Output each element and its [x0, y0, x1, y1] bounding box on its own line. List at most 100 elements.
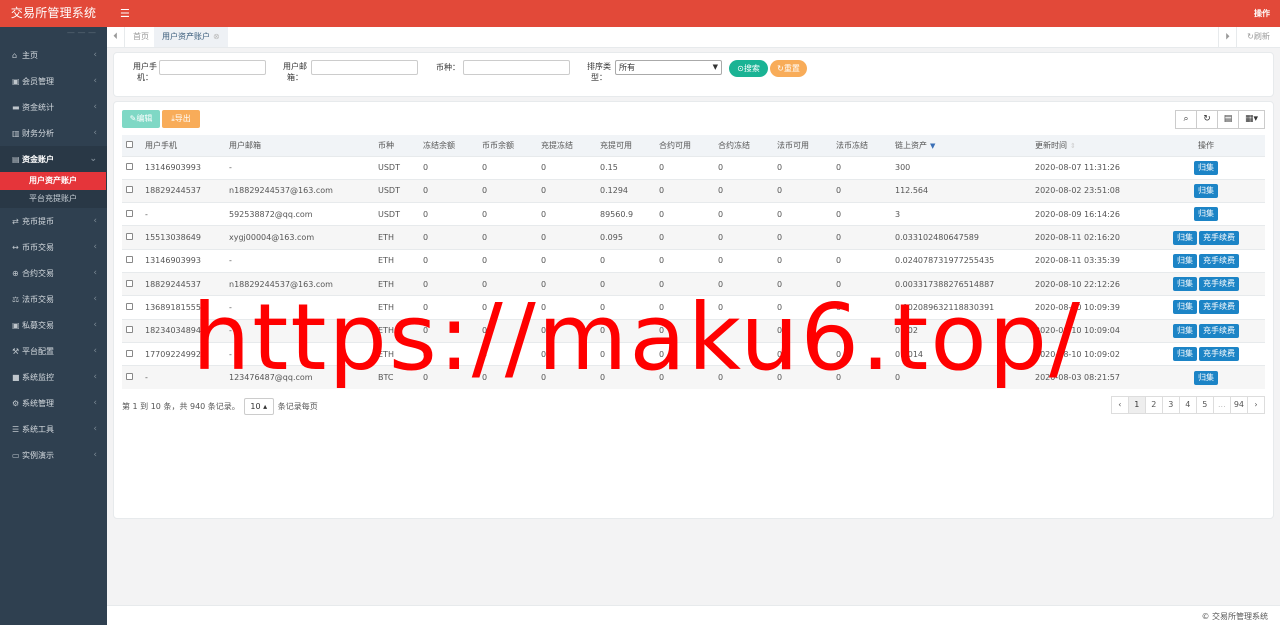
row-checkbox[interactable] — [122, 366, 141, 389]
close-icon[interactable]: ⊗ — [213, 32, 220, 41]
search-button[interactable]: ⊙搜索 — [729, 60, 768, 77]
email-input[interactable] — [311, 60, 418, 75]
sidebar-item-gear[interactable]: ⚙ 系统管理 ‹ — [0, 390, 107, 416]
cell-c7: 0 — [777, 256, 783, 266]
sidebar-item-monitor[interactable]: ■ 系统监控 ‹ — [0, 364, 107, 390]
collect-button[interactable]: 归集 — [1194, 370, 1218, 385]
sidebar-item-private[interactable]: ▣ 私募交易 ‹ — [0, 312, 107, 338]
charge-fee-button[interactable]: 充手续费 — [1199, 323, 1239, 338]
column-header[interactable]: 更新时间 ⇕ — [1031, 135, 1143, 156]
sidebar-item-exchange[interactable]: ↔ 币币交易 ‹ — [0, 234, 107, 260]
page-button[interactable]: 5 — [1195, 396, 1214, 414]
coin-input[interactable] — [463, 60, 570, 75]
sidebar-item-user[interactable]: ▣ 会员管理 ‹ — [0, 68, 107, 94]
sidebar-item-contract[interactable]: ⊕ 合约交易 ‹ — [0, 260, 107, 286]
column-header[interactable]: 充提冻结 — [537, 135, 596, 156]
collect-button[interactable]: 归集 — [1173, 253, 1197, 268]
column-header[interactable]: 用户邮箱 — [225, 135, 374, 156]
cell-email: - — [229, 163, 232, 173]
column-header[interactable]: 合约冻结 — [714, 135, 773, 156]
sidebar-item-bar-chart[interactable]: ▥ 财务分析 ‹ — [0, 120, 107, 146]
select-all-checkbox[interactable] — [122, 135, 141, 156]
collect-button[interactable]: 归集 — [1173, 347, 1197, 362]
export-button[interactable]: ⤓导出 — [162, 110, 200, 128]
phone-input[interactable] — [159, 60, 266, 75]
sidebar-item-wallet[interactable]: ▤ 资金账户 ⌄ — [0, 146, 107, 172]
charge-fee-button[interactable]: 充手续费 — [1199, 253, 1239, 268]
sidebar-item-transfer[interactable]: ⇄ 充币提币 ‹ — [0, 208, 107, 234]
columns-icon[interactable]: ▦▾ — [1238, 110, 1265, 129]
column-header[interactable]: 冻结余额 — [419, 135, 478, 156]
charge-fee-button[interactable]: 充手续费 — [1199, 300, 1239, 315]
column-header[interactable]: 充提可用 — [596, 135, 655, 156]
row-checkbox[interactable] — [122, 156, 141, 179]
row-checkbox[interactable] — [122, 296, 141, 319]
sidebar-item-home[interactable]: ⌂ 主页 ‹ — [0, 42, 107, 68]
column-header[interactable]: 币种 — [374, 135, 419, 156]
tabs-scroll-right-icon[interactable]: ⏵ — [1218, 27, 1236, 47]
cell-c6: 0 — [718, 233, 724, 243]
page-button[interactable]: 3 — [1161, 396, 1180, 414]
page-button[interactable]: 94 — [1229, 396, 1248, 414]
charge-fee-button[interactable]: 充手续费 — [1199, 347, 1239, 362]
reset-button[interactable]: ↻重置 — [770, 60, 807, 77]
charge-fee-button[interactable]: 充手续费 — [1199, 277, 1239, 292]
row-checkbox[interactable] — [122, 203, 141, 226]
sidebar-item-config[interactable]: ⚒ 平台配置 ‹ — [0, 338, 107, 364]
tabs-scroll-left-icon[interactable]: ⏴ — [107, 27, 125, 47]
refresh-button[interactable]: ↻刷新 — [1236, 27, 1280, 47]
top-actions-button[interactable]: 操作 — [1254, 8, 1270, 19]
row-checkbox[interactable] — [122, 342, 141, 365]
collect-button[interactable]: 归集 — [1194, 160, 1218, 175]
page-button[interactable]: 4 — [1178, 396, 1197, 414]
cell-coin: USDT — [378, 209, 400, 219]
cell-coin: USDT — [378, 186, 400, 196]
transfer-icon: ⇄ — [12, 216, 19, 226]
row-checkbox[interactable] — [122, 319, 141, 342]
row-checkbox[interactable] — [122, 179, 141, 202]
tab-user-asset-account[interactable]: 用户资产账户 ⊗ — [154, 27, 228, 47]
cell-c7: 0 — [777, 209, 783, 219]
page-size-select[interactable]: 10 ▴ — [243, 398, 274, 415]
menu-toggle-icon[interactable]: ☰ — [120, 7, 130, 20]
sidebar-submenu: 用户资产账户 平台充提账户 — [0, 172, 107, 208]
sidebar-item-fiat[interactable]: ⚖ 法币交易 ‹ — [0, 286, 107, 312]
row-checkbox[interactable] — [122, 249, 141, 272]
row-checkbox[interactable] — [122, 272, 141, 295]
collect-button[interactable]: 归集 — [1173, 300, 1197, 315]
column-header[interactable]: 操作 — [1143, 135, 1265, 156]
sidebar-item-demo[interactable]: ▭ 实例演示 ‹ — [0, 442, 107, 468]
sidebar-item-money[interactable]: ▬ 资金统计 ‹ — [0, 94, 107, 120]
row-checkbox[interactable] — [122, 226, 141, 249]
chevron-left-icon: ‹ — [93, 450, 97, 460]
collect-button[interactable]: 归集 — [1173, 277, 1197, 292]
sidebar-subitem-user-asset[interactable]: 用户资产账户 — [0, 172, 106, 190]
sidebar-subitem-platform-deposit[interactable]: 平台充提账户 — [0, 190, 107, 208]
column-header[interactable]: 法币可用 — [773, 135, 832, 156]
tab-home[interactable]: 首页 — [125, 27, 157, 47]
sort-type-select[interactable]: 所有 ▼ — [615, 60, 722, 75]
cell-c2: 0 — [482, 209, 488, 219]
collect-button[interactable]: 归集 — [1194, 207, 1218, 222]
page-button[interactable]: 2 — [1144, 396, 1163, 414]
page-button[interactable]: 1 — [1127, 396, 1146, 414]
refresh-icon[interactable]: ↻ — [1196, 110, 1218, 129]
column-header[interactable]: 链上资产 ▼ — [891, 135, 1031, 156]
column-header[interactable]: 合约可用 — [655, 135, 714, 156]
table-header-row: 用户手机 用户邮箱 币种 冻结余额 币币余额 充提冻结 充提可用 合约可用 合约冻结 法币可用 法币… — [122, 135, 1265, 156]
prev-page-button[interactable]: ‹ — [1110, 396, 1129, 414]
collect-button[interactable]: 归集 — [1173, 230, 1197, 245]
next-page-button[interactable]: › — [1247, 396, 1265, 414]
search-icon[interactable]: ⌕ — [1175, 110, 1197, 129]
collect-button[interactable]: 归集 — [1173, 323, 1197, 338]
column-header[interactable]: 法币冻结 — [832, 135, 891, 156]
charge-fee-button[interactable]: 充手续费 — [1199, 230, 1239, 245]
collect-button[interactable]: 归集 — [1194, 183, 1218, 198]
cell-c3: 0 — [541, 256, 547, 266]
column-header[interactable]: 币币余额 — [478, 135, 537, 156]
column-header[interactable]: 用户手机 — [141, 135, 225, 156]
edit-button[interactable]: ✎编辑 — [122, 110, 160, 128]
toggle-view-icon[interactable]: ▤ — [1217, 110, 1239, 129]
sidebar-item-tools[interactable]: ☰ 系统工具 ‹ — [0, 416, 107, 442]
fiat-icon: ⚖ — [12, 294, 20, 304]
